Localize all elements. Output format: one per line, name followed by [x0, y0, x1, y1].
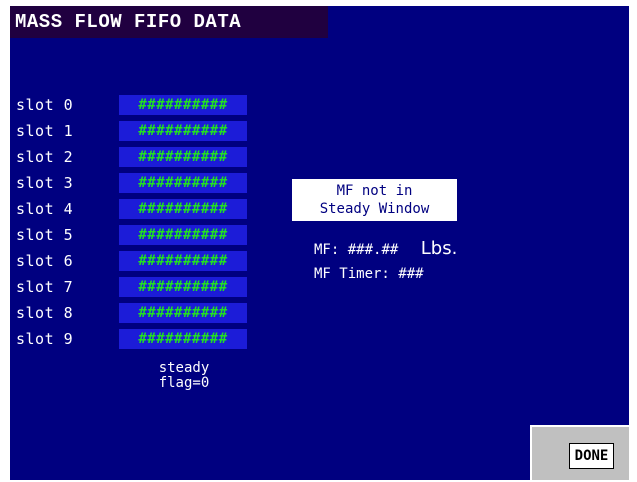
- mf-timer-value: ###: [398, 266, 424, 282]
- done-button[interactable]: DONE: [569, 443, 614, 469]
- hmi-screen: MASS FLOW FIFO DATA slot 0 ########## sl…: [10, 6, 629, 480]
- mf-value: ###.##: [347, 242, 399, 258]
- steady-flag-line2: flag=0: [158, 375, 210, 391]
- slot-label: slot 6: [16, 252, 74, 270]
- slot-value-field: ##########: [119, 147, 247, 167]
- slot-label: slot 5: [16, 226, 74, 244]
- mf-unit: Lbs.: [420, 238, 458, 259]
- slot-label: slot 1: [16, 122, 74, 140]
- page-title: MASS FLOW FIFO DATA: [10, 6, 328, 38]
- steady-flag-line1: steady: [158, 360, 210, 376]
- mf-readout: MF: ###.## Lbs.: [314, 240, 457, 259]
- mf-status-line1: MF not in: [336, 183, 413, 199]
- mf-timer-label: MF Timer:: [314, 266, 390, 282]
- slot-label: slot 4: [16, 200, 74, 218]
- slot-value-field: ##########: [119, 121, 247, 141]
- slot-label: slot 2: [16, 148, 74, 166]
- slot-value-field: ##########: [119, 199, 247, 219]
- mf-timer-readout: MF Timer: ###: [314, 265, 424, 283]
- slot-value-field: ##########: [119, 95, 247, 115]
- slot-value-field: ##########: [119, 225, 247, 245]
- slot-value-field: ##########: [119, 277, 247, 297]
- mf-status-box: MF not in Steady Window: [292, 179, 457, 221]
- slot-value-field: ##########: [119, 173, 247, 193]
- slot-value-field: ##########: [119, 303, 247, 323]
- done-panel: DONE: [530, 425, 629, 480]
- slot-value-field: ##########: [119, 251, 247, 271]
- slot-label: slot 8: [16, 304, 74, 322]
- steady-flag-label: steady flag=0: [120, 361, 248, 391]
- mf-label: MF:: [314, 242, 340, 258]
- mf-status-line2: Steady Window: [319, 201, 430, 217]
- slot-label: slot 3: [16, 174, 74, 192]
- slot-label: slot 9: [16, 330, 74, 348]
- slot-label: slot 7: [16, 278, 74, 296]
- slot-label: slot 0: [16, 96, 74, 114]
- slot-value-field: ##########: [119, 329, 247, 349]
